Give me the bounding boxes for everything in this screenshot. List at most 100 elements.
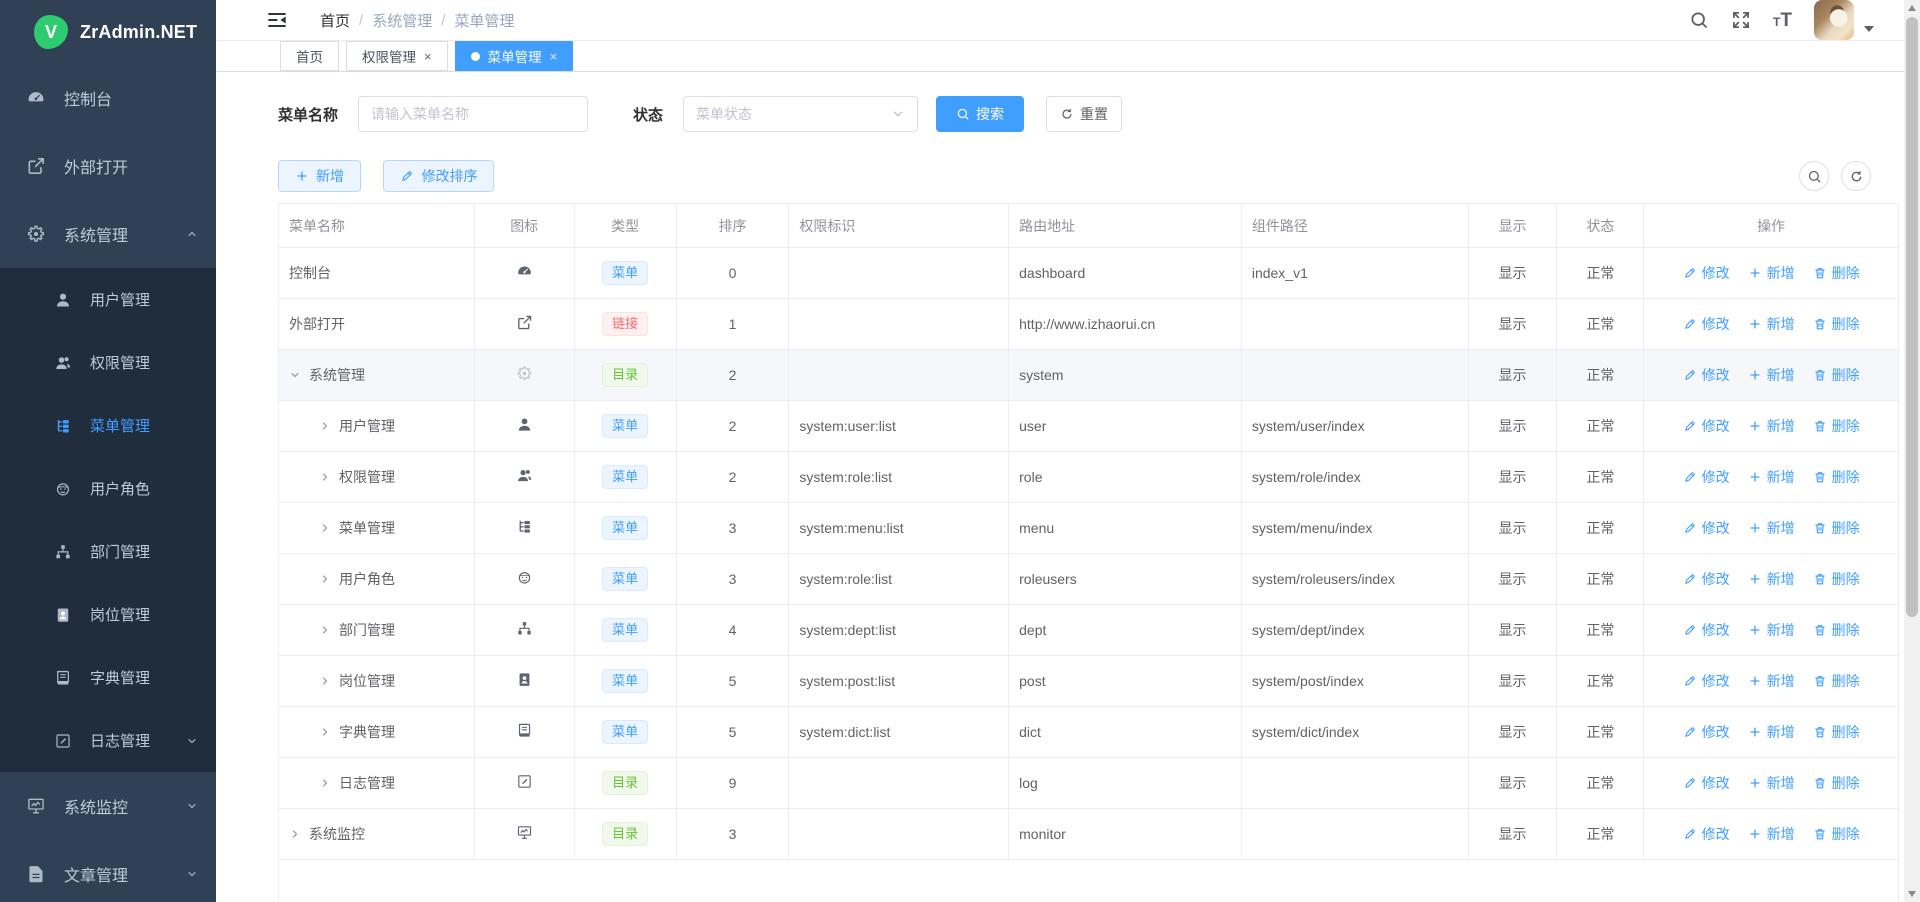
row-pencil-action[interactable]: 修改 bbox=[1683, 722, 1730, 742]
scroll-up-arrow[interactable] bbox=[1904, 0, 1920, 16]
sidebar-item-tree-menu[interactable]: 菜单管理 bbox=[0, 394, 216, 457]
row-trash-action[interactable]: 删除 bbox=[1813, 314, 1860, 334]
row-plus-action[interactable]: 新增 bbox=[1748, 416, 1795, 436]
app-logo[interactable]: V ZrAdmin.NET bbox=[0, 0, 216, 64]
show-search-button[interactable] bbox=[1799, 161, 1829, 191]
sidebar-item-users[interactable]: 权限管理 bbox=[0, 331, 216, 394]
sidebar-item-dict-book[interactable]: 字典管理 bbox=[0, 646, 216, 709]
row-trash-action[interactable]: 删除 bbox=[1813, 518, 1860, 538]
status-select[interactable]: 菜单状态 bbox=[683, 96, 918, 132]
expand-row-icon[interactable] bbox=[319, 624, 331, 636]
row-plus-action[interactable]: 新增 bbox=[1748, 620, 1795, 640]
search-button[interactable]: 搜索 bbox=[936, 96, 1024, 132]
row-pencil-action[interactable]: 修改 bbox=[1683, 671, 1730, 691]
row-trash-action[interactable]: 删除 bbox=[1813, 722, 1860, 742]
add-button[interactable]: 新增 bbox=[278, 160, 361, 192]
row-plus-action[interactable]: 新增 bbox=[1748, 314, 1795, 334]
close-icon[interactable]: × bbox=[550, 49, 558, 64]
row-plus-action[interactable]: 新增 bbox=[1748, 263, 1795, 283]
row-pencil-action[interactable]: 修改 bbox=[1683, 416, 1730, 436]
cell-visible: 显示 bbox=[1469, 503, 1558, 553]
row-trash-action[interactable]: 删除 bbox=[1813, 569, 1860, 589]
row-pencil-action[interactable]: 修改 bbox=[1683, 620, 1730, 640]
expand-row-icon[interactable] bbox=[319, 777, 331, 789]
expand-row-icon[interactable] bbox=[319, 522, 331, 534]
row-pencil-action[interactable]: 修改 bbox=[1683, 773, 1730, 793]
sidebar-item-monitor[interactable]: 系统监控 bbox=[0, 772, 216, 840]
row-trash-action[interactable]: 删除 bbox=[1813, 620, 1860, 640]
scroll-down-arrow[interactable] bbox=[1904, 886, 1920, 902]
row-plus-action[interactable]: 新增 bbox=[1748, 569, 1795, 589]
row-plus-action[interactable]: 新增 bbox=[1748, 773, 1795, 793]
sidebar-item-external-link[interactable]: 外部打开 bbox=[0, 132, 216, 200]
row-pencil-action[interactable]: 修改 bbox=[1683, 365, 1730, 385]
row-plus-action[interactable]: 新增 bbox=[1748, 467, 1795, 487]
row-pencil-action[interactable]: 修改 bbox=[1683, 569, 1730, 589]
sidebar-item-org-tree[interactable]: 部门管理 bbox=[0, 520, 216, 583]
sidebar-item-article[interactable]: 文章管理 bbox=[0, 840, 216, 902]
row-pencil-action[interactable]: 修改 bbox=[1683, 467, 1730, 487]
row-trash-action[interactable]: 删除 bbox=[1813, 824, 1860, 844]
row-pencil-action[interactable]: 修改 bbox=[1683, 314, 1730, 334]
expand-row-icon[interactable] bbox=[319, 471, 331, 483]
scrollbar-thumb[interactable] bbox=[1906, 17, 1918, 617]
plus-icon bbox=[1748, 776, 1762, 790]
sidebar-item-robot[interactable]: 用户角色 bbox=[0, 457, 216, 520]
tab-item[interactable]: 菜单管理× bbox=[455, 41, 574, 71]
table-row: 字典管理菜单5system:dict:listdictsystem/dict/i… bbox=[279, 707, 1898, 758]
cell-component bbox=[1242, 350, 1469, 400]
row-pencil-action[interactable]: 修改 bbox=[1683, 518, 1730, 538]
sort-button[interactable]: 修改排序 bbox=[383, 160, 494, 192]
close-icon[interactable]: × bbox=[424, 49, 432, 64]
cell-type: 菜单 bbox=[575, 656, 677, 706]
cell-type: 菜单 bbox=[575, 503, 677, 553]
row-trash-action[interactable]: 删除 bbox=[1813, 467, 1860, 487]
sidebar-item-dashboard[interactable]: 控制台 bbox=[0, 64, 216, 132]
row-plus-action[interactable]: 新增 bbox=[1748, 365, 1795, 385]
status-label: 状态 bbox=[633, 104, 663, 125]
sidebar-item-label: 权限管理 bbox=[90, 352, 150, 373]
sidebar-item-log-edit[interactable]: 日志管理 bbox=[0, 709, 216, 772]
sidebar-item-badge[interactable]: 岗位管理 bbox=[0, 583, 216, 646]
expand-row-icon[interactable] bbox=[319, 675, 331, 687]
fullscreen-icon[interactable] bbox=[1731, 10, 1751, 30]
reset-button[interactable]: 重置 bbox=[1046, 96, 1122, 132]
row-plus-action[interactable]: 新增 bbox=[1748, 824, 1795, 844]
caret-down-icon[interactable] bbox=[1864, 26, 1874, 32]
expand-row-icon[interactable] bbox=[319, 726, 331, 738]
column-header-type: 类型 bbox=[575, 204, 677, 247]
pencil-icon bbox=[400, 169, 414, 183]
row-trash-action[interactable]: 删除 bbox=[1813, 365, 1860, 385]
sidebar-collapse-icon[interactable] bbox=[266, 9, 288, 31]
search-icon[interactable] bbox=[1689, 10, 1709, 30]
row-trash-action[interactable]: 删除 bbox=[1813, 773, 1860, 793]
tab-item[interactable]: 权限管理× bbox=[346, 41, 448, 71]
expand-row-icon[interactable] bbox=[319, 420, 331, 432]
gear-icon bbox=[26, 224, 46, 244]
row-trash-action[interactable]: 删除 bbox=[1813, 263, 1860, 283]
sidebar-item-gear[interactable]: 系统管理 bbox=[0, 200, 216, 268]
refresh-table-button[interactable] bbox=[1841, 161, 1871, 191]
sidebar-item-user[interactable]: 用户管理 bbox=[0, 268, 216, 331]
font-size-icon[interactable]: TT bbox=[1773, 11, 1792, 30]
expand-row-icon[interactable] bbox=[319, 573, 331, 585]
action-label: 新增 bbox=[1767, 518, 1795, 538]
article-icon bbox=[26, 864, 46, 884]
expand-row-icon[interactable] bbox=[289, 828, 301, 840]
row-plus-action[interactable]: 新增 bbox=[1748, 722, 1795, 742]
breadcrumb-item[interactable]: 首页 bbox=[320, 10, 350, 31]
row-plus-action[interactable]: 新增 bbox=[1748, 518, 1795, 538]
menu-name-input[interactable] bbox=[358, 96, 588, 132]
user-avatar[interactable] bbox=[1814, 0, 1854, 40]
breadcrumb: 首页/系统管理/菜单管理 bbox=[320, 10, 514, 31]
tab-item[interactable]: 首页 bbox=[280, 41, 339, 71]
dashboard-icon bbox=[516, 263, 533, 280]
row-trash-action[interactable]: 删除 bbox=[1813, 671, 1860, 691]
action-label: 新增 bbox=[1767, 365, 1795, 385]
type-tag: 菜单 bbox=[602, 414, 648, 439]
row-pencil-action[interactable]: 修改 bbox=[1683, 263, 1730, 283]
row-trash-action[interactable]: 删除 bbox=[1813, 416, 1860, 436]
row-pencil-action[interactable]: 修改 bbox=[1683, 824, 1730, 844]
collapse-row-icon[interactable] bbox=[289, 369, 301, 381]
row-plus-action[interactable]: 新增 bbox=[1748, 671, 1795, 691]
